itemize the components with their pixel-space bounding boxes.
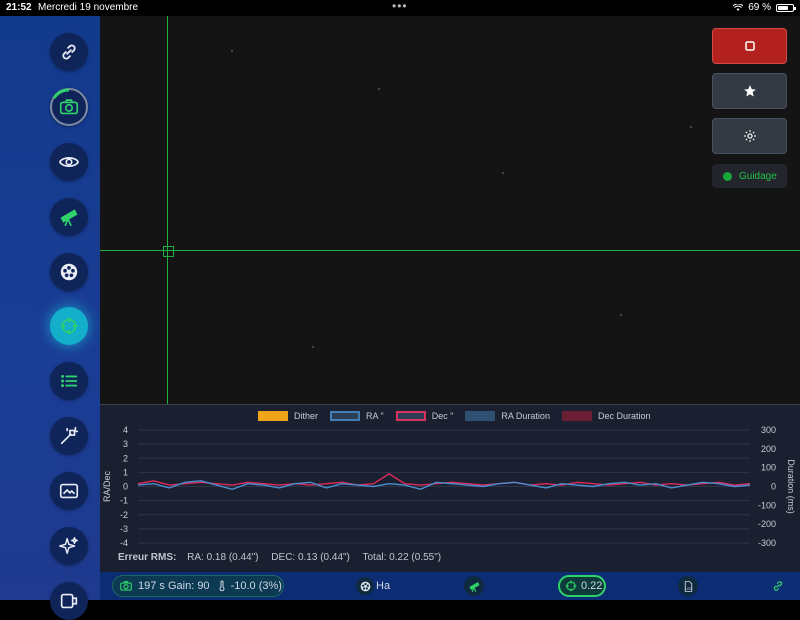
camera-status-text: 197 s Gain: 90 bbox=[138, 580, 210, 592]
guiding-chart: 4 3 2 1 0 -1 -2 -3 -4 300 200 100 0 -100 -200 -300 RA/De… bbox=[102, 425, 796, 548]
star-point bbox=[378, 88, 380, 90]
rms-title: Erreur RMS: bbox=[118, 552, 177, 563]
star-point bbox=[312, 346, 314, 348]
stop-icon bbox=[744, 41, 755, 51]
guiding-rms-chip[interactable]: 0.22 bbox=[558, 575, 606, 597]
y-left-tick-label: -3 bbox=[120, 524, 128, 534]
sidebar-item-image-viewer[interactable] bbox=[50, 472, 88, 510]
y-left-tick-label: -4 bbox=[120, 538, 128, 548]
sparkles-icon bbox=[59, 537, 78, 555]
list-icon bbox=[61, 374, 78, 388]
rms-total: Total: 0.22 (0.55") bbox=[362, 552, 442, 563]
gear-icon bbox=[743, 130, 756, 142]
temperature-text: -10.0 (3%) bbox=[230, 580, 282, 592]
status-bar: 21:52 Mercredi 19 novembre ••• 69 % bbox=[0, 0, 800, 16]
sidebar-item-view[interactable] bbox=[50, 143, 88, 181]
telescope-icon bbox=[60, 209, 78, 227]
guide-star-box[interactable] bbox=[163, 246, 174, 257]
link-icon bbox=[62, 44, 76, 60]
bottom-status-bar: 197 s Gain: 90 -10.0 (3%) Ha 0.22 LOG bbox=[100, 572, 800, 600]
crosshair-icon bbox=[565, 580, 577, 592]
y-left-axis-label: RA/Dec bbox=[102, 471, 112, 503]
sidebar-item-connection[interactable] bbox=[50, 33, 88, 71]
y-right-tick-label: 200 bbox=[761, 444, 776, 454]
guide-settings-button[interactable] bbox=[712, 118, 787, 154]
crosshair-vertical-line bbox=[167, 16, 168, 404]
log-button[interactable]: LOG bbox=[678, 576, 698, 596]
sidebar-item-camera[interactable] bbox=[50, 88, 88, 126]
sidebar-item-guiding[interactable] bbox=[50, 307, 88, 345]
filter-wheel-icon bbox=[60, 263, 78, 281]
y-right-tick-label: 300 bbox=[761, 425, 776, 435]
select-star-button[interactable] bbox=[712, 73, 787, 109]
sidebar-item-filter-wheel[interactable] bbox=[50, 253, 88, 291]
sidebar-item-storage[interactable] bbox=[50, 582, 88, 620]
guiding-rms-value: 0.22 bbox=[581, 580, 603, 592]
y-left-tick-label: 2 bbox=[123, 453, 128, 463]
battery-percent: 69 % bbox=[748, 2, 771, 13]
camera-status-chip[interactable]: 197 s Gain: 90 -10.0 (3%) bbox=[112, 575, 284, 597]
camera-icon bbox=[120, 581, 132, 591]
y-right-tick-label: -300 bbox=[758, 538, 776, 548]
status-time: 21:52 bbox=[6, 2, 32, 13]
star-point bbox=[690, 126, 692, 128]
y-right-tick-label: 100 bbox=[761, 463, 776, 473]
sidebar-item-effects[interactable] bbox=[50, 527, 88, 565]
thermometer-icon bbox=[219, 580, 225, 592]
y-left-tick-label: 4 bbox=[123, 425, 128, 435]
multitasking-dots-icon[interactable]: ••• bbox=[392, 0, 408, 13]
guiding-status-label: Guidage bbox=[739, 170, 777, 182]
y-left-tick-label: 0 bbox=[123, 482, 128, 492]
connection-status-button[interactable] bbox=[768, 576, 788, 596]
sidebar-item-focus-wand[interactable] bbox=[50, 417, 88, 455]
star-point bbox=[231, 50, 233, 52]
status-right: 69 % bbox=[733, 2, 796, 13]
sidebar bbox=[0, 16, 100, 620]
star-icon bbox=[743, 85, 756, 97]
status-date: Mercredi 19 novembre bbox=[38, 2, 139, 13]
mount-status-button[interactable] bbox=[464, 576, 484, 596]
y-right-tick-label: -200 bbox=[758, 519, 776, 529]
log-icon: LOG bbox=[684, 580, 692, 592]
crosshair-horizontal-line bbox=[100, 250, 800, 251]
y-right-tick-label: -100 bbox=[758, 500, 776, 510]
star-point bbox=[620, 314, 622, 316]
rms-summary: Erreur RMS: RA: 0.18 (0.44") DEC: 0.13 (… bbox=[118, 552, 451, 563]
star-point bbox=[502, 172, 504, 174]
guiding-status[interactable]: Guidage bbox=[712, 164, 787, 188]
storage-icon bbox=[60, 593, 78, 609]
camera-progress-ring bbox=[52, 88, 70, 99]
rms-dec: DEC: 0.13 (0.44") bbox=[271, 552, 350, 563]
guide-camera-image[interactable] bbox=[100, 16, 800, 404]
sidebar-item-sequence[interactable] bbox=[50, 362, 88, 400]
guiding-status-dot bbox=[723, 171, 732, 181]
y-right-axis-label: Duration (ms) bbox=[786, 459, 796, 514]
crosshair-icon bbox=[60, 317, 78, 335]
guiding-graph: Dither RA " Dec " RA Duration Dec Duration 4… bbox=[100, 404, 800, 572]
telescope-icon bbox=[468, 581, 480, 592]
y-left-tick-label: 1 bbox=[123, 467, 128, 477]
link-icon bbox=[773, 581, 783, 591]
wifi-icon bbox=[733, 3, 744, 11]
sidebar-item-telescope[interactable] bbox=[50, 198, 88, 236]
rms-ra: RA: 0.18 (0.44") bbox=[187, 552, 259, 563]
filter-wheel-icon bbox=[356, 577, 374, 595]
filter-text: Ha bbox=[376, 580, 391, 592]
y-left-tick-label: 3 bbox=[123, 439, 128, 449]
y-left-tick-label: -2 bbox=[120, 510, 128, 520]
log-label: LOG bbox=[685, 586, 692, 590]
magic-wand-icon bbox=[60, 426, 79, 445]
filter-chip[interactable]: Ha bbox=[356, 575, 392, 597]
image-icon bbox=[59, 483, 79, 499]
stop-button[interactable] bbox=[712, 28, 787, 64]
eye-icon bbox=[58, 157, 80, 167]
y-right-tick-label: 0 bbox=[771, 482, 776, 492]
battery-icon bbox=[776, 3, 796, 12]
y-left-tick-label: -1 bbox=[120, 496, 128, 506]
